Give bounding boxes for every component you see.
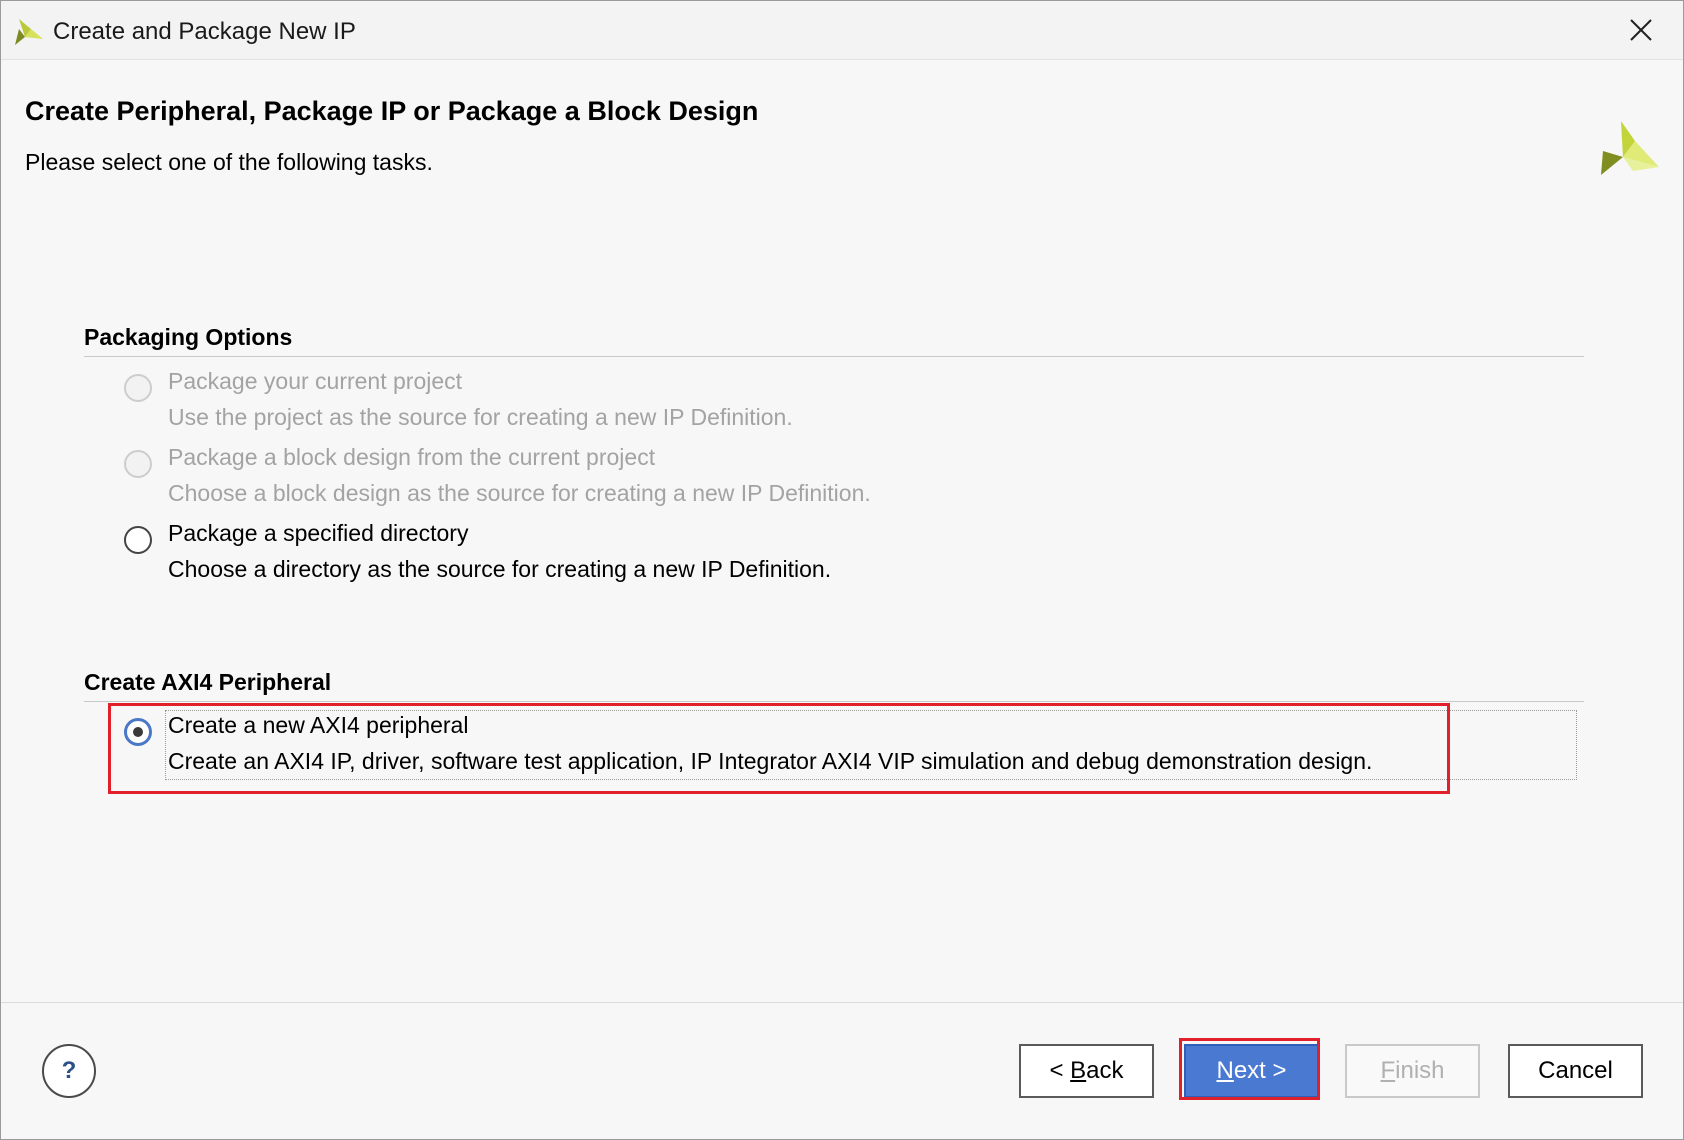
option-label-package-block-design: Package a block design from the current … xyxy=(168,444,656,470)
close-button[interactable] xyxy=(1611,1,1671,59)
option-desc-package-current-project: Use the project as the source for creati… xyxy=(168,404,793,430)
packaging-options-title: Packaging Options xyxy=(84,324,293,350)
close-icon xyxy=(1630,19,1652,41)
option-desc-package-specified-directory: Choose a directory as the source for cre… xyxy=(168,556,832,582)
highlight-box-axi4-option xyxy=(108,703,1450,794)
axi4-divider xyxy=(84,701,1584,702)
radio-package-current-project xyxy=(124,374,152,402)
radio-package-specified-directory[interactable] xyxy=(124,526,152,554)
highlight-box-next xyxy=(1179,1038,1320,1100)
xilinx-brand-logo-icon xyxy=(1601,121,1659,175)
footer-divider xyxy=(1,1002,1683,1003)
radio-package-block-design xyxy=(124,450,152,478)
title-bar: Create and Package New IP xyxy=(1,1,1683,60)
back-rest: ack xyxy=(1086,1057,1124,1084)
xilinx-logo-icon xyxy=(15,19,43,45)
option-label-package-specified-directory[interactable]: Package a specified directory xyxy=(168,520,468,547)
finish-button: Finish xyxy=(1345,1044,1480,1098)
page-subtitle: Please select one of the following tasks… xyxy=(25,149,433,175)
finish-rest: inish xyxy=(1395,1057,1445,1084)
dialog-window: Create and Package New IP Create Periphe… xyxy=(0,0,1684,1140)
back-button[interactable]: < Back xyxy=(1019,1044,1154,1098)
back-mnemonic: B xyxy=(1070,1057,1087,1084)
option-label-package-current-project: Package your current project xyxy=(168,368,463,394)
help-button[interactable]: ? xyxy=(42,1044,96,1098)
page-title: Create Peripheral, Package IP or Package… xyxy=(25,96,759,126)
finish-mnemonic: F xyxy=(1380,1057,1396,1084)
option-desc-package-block-design: Choose a block design as the source for … xyxy=(168,480,871,506)
create-axi4-title: Create AXI4 Peripheral xyxy=(84,669,332,695)
cancel-button[interactable]: Cancel xyxy=(1508,1044,1643,1098)
packaging-divider xyxy=(84,356,1584,357)
window-title: Create and Package New IP xyxy=(53,18,356,45)
back-prefix: < xyxy=(1049,1057,1071,1084)
